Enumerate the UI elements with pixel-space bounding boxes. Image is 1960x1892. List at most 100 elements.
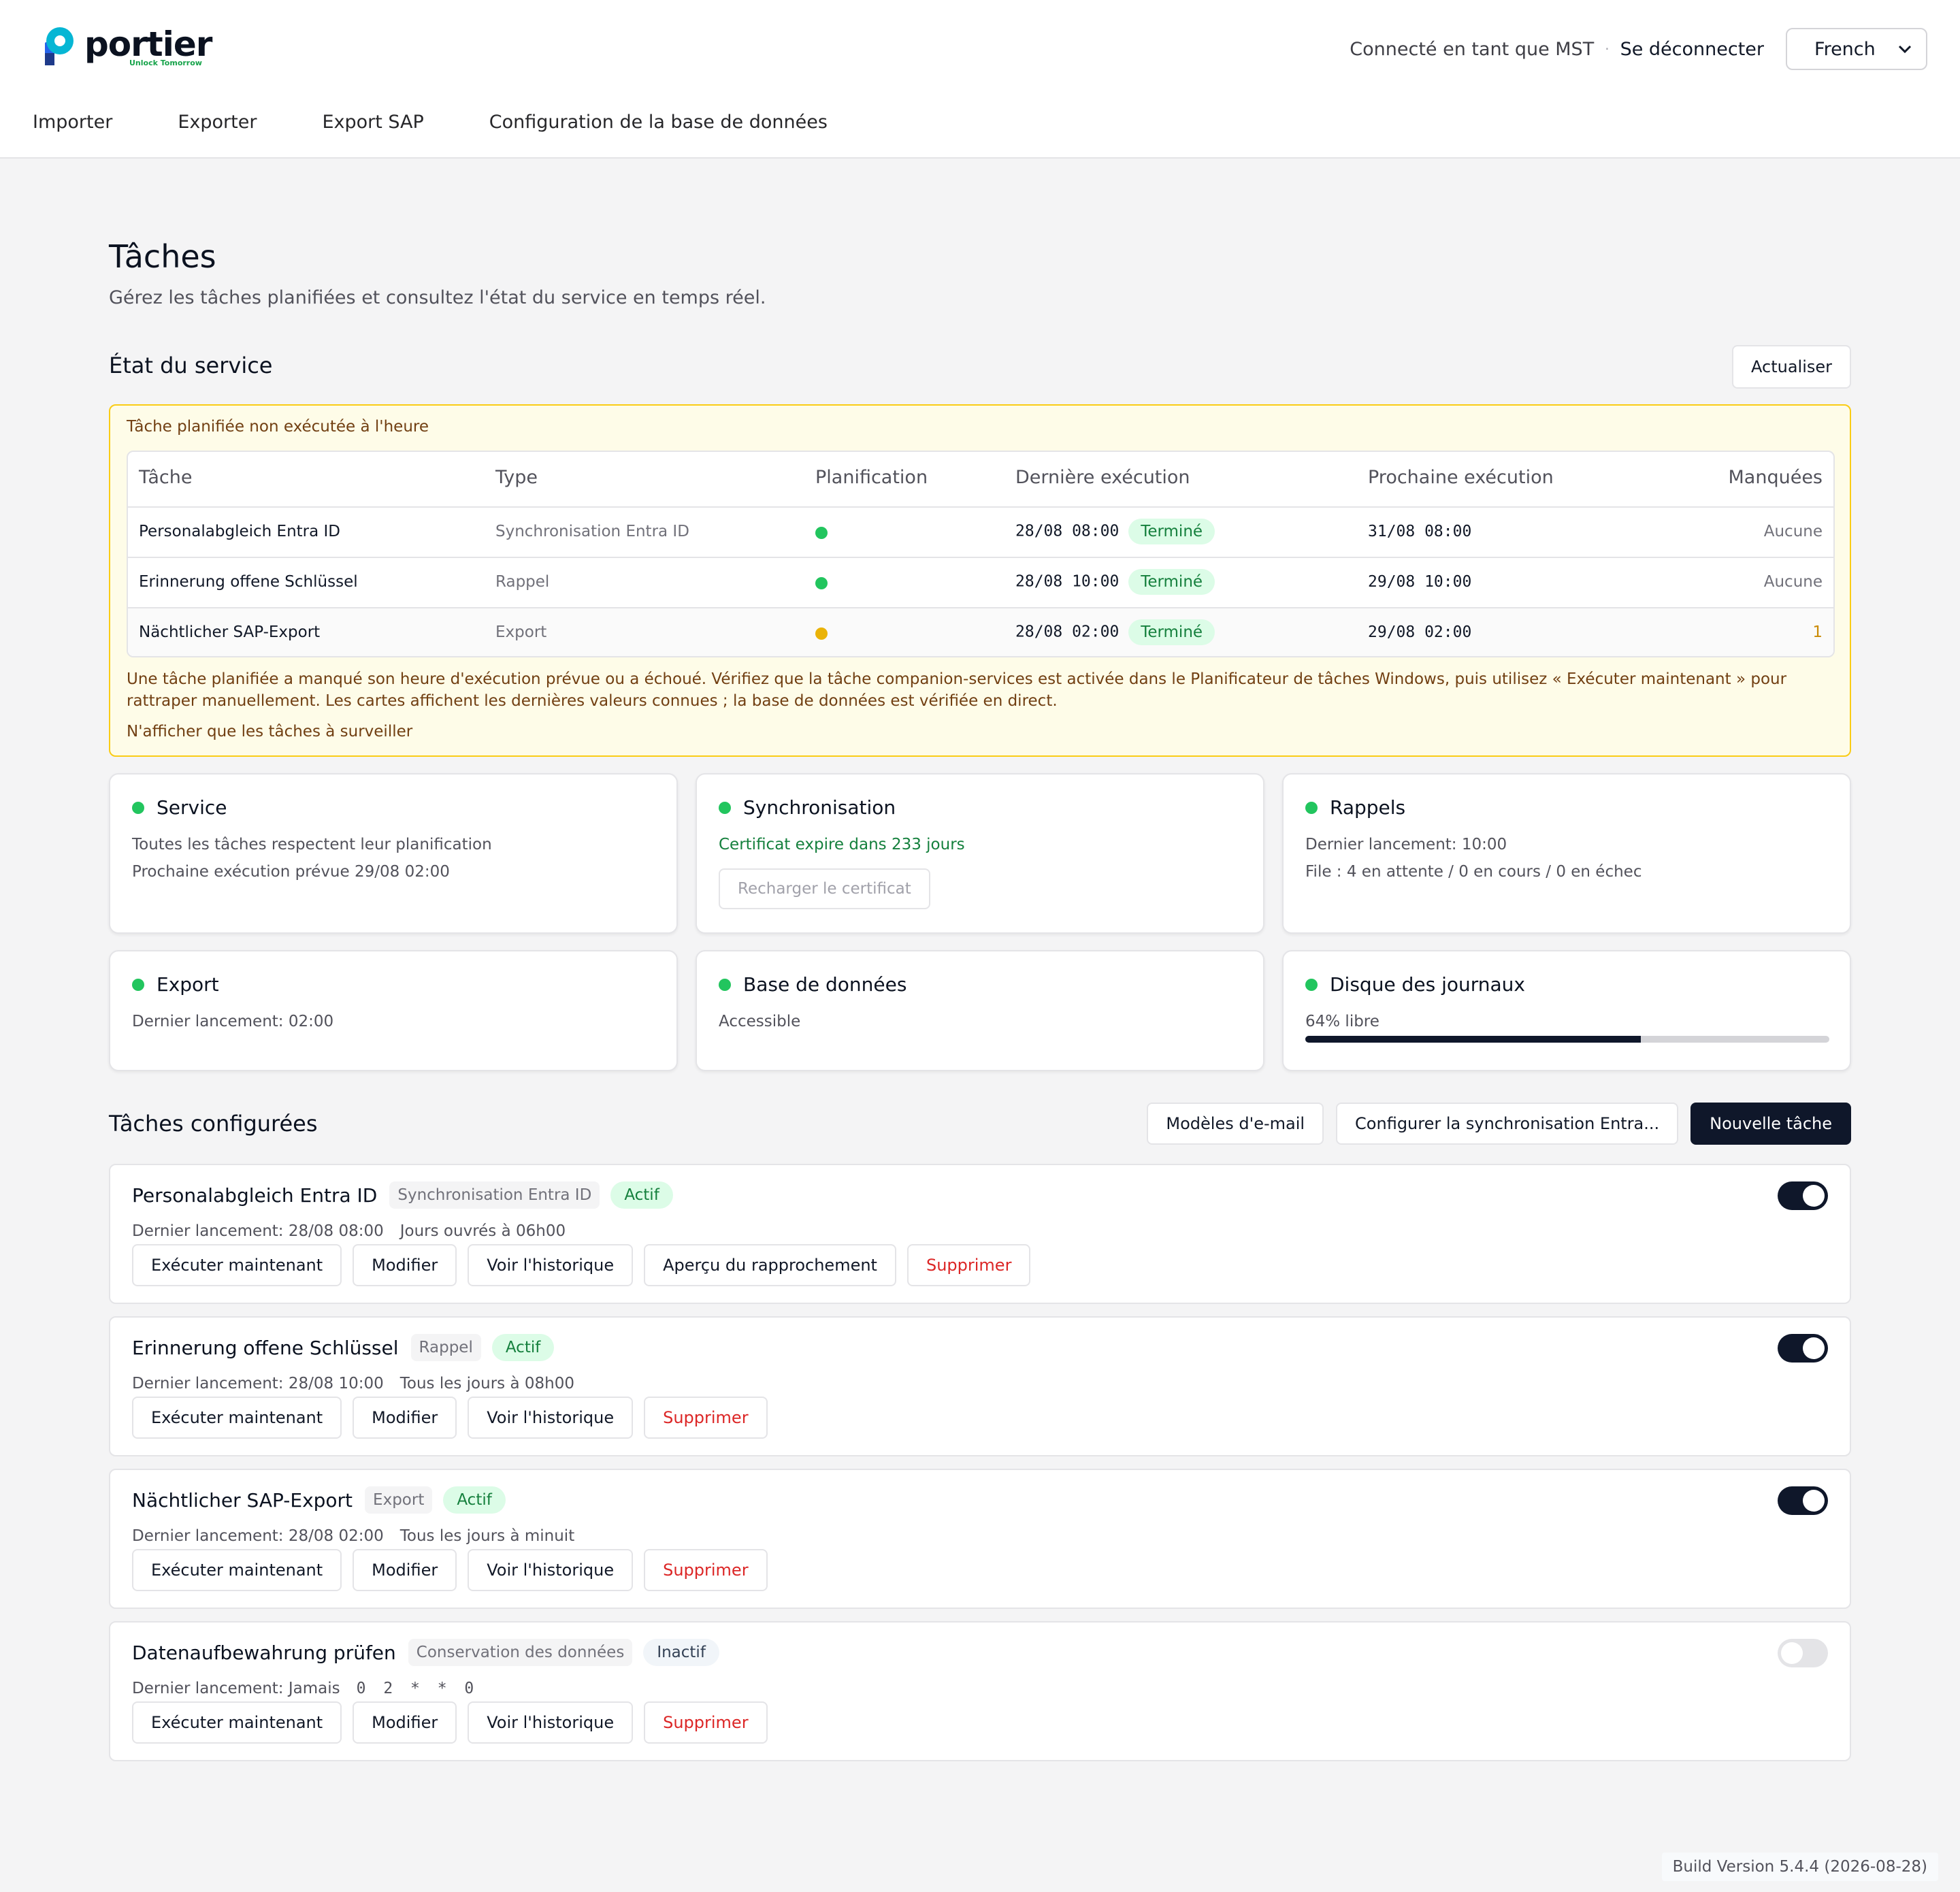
status-badge: Actif bbox=[443, 1486, 506, 1514]
nav-item-export[interactable]: Exporter bbox=[178, 112, 257, 133]
history-button[interactable]: Voir l'historique bbox=[468, 1701, 634, 1744]
status-badge: Actif bbox=[491, 1334, 555, 1361]
task-actions: Exécuter maintenant Modifier Voir l'hist… bbox=[132, 1244, 1041, 1286]
task-enabled-toggle[interactable] bbox=[1778, 1181, 1828, 1210]
delete-button[interactable]: Supprimer bbox=[644, 1701, 768, 1744]
run-now-button[interactable]: Exécuter maintenant bbox=[132, 1244, 342, 1286]
task-header: Datenaufbewahrung prüfen Conservation de… bbox=[132, 1639, 719, 1666]
schedule-ok-dot bbox=[815, 527, 828, 539]
run-now-button[interactable]: Exécuter maintenant bbox=[132, 1397, 342, 1439]
task-last-run: Dernier lancement: Jamais bbox=[132, 1680, 340, 1697]
task-card: Personalabgleich Entra ID Synchronisatio… bbox=[109, 1164, 1851, 1304]
column-header-missed: Manquées bbox=[1728, 467, 1823, 488]
page-title: Tâches bbox=[109, 238, 216, 275]
task-enabled-toggle[interactable] bbox=[1778, 1486, 1828, 1515]
row-task-type: Export bbox=[495, 623, 547, 641]
run-now-button[interactable]: Exécuter maintenant bbox=[132, 1701, 342, 1744]
row-task-name: Erinnerung offene Schlüssel bbox=[139, 573, 358, 591]
card-line: Accessible bbox=[719, 1013, 801, 1030]
row-last-run: 28/08 08:00 Terminé bbox=[1015, 519, 1215, 544]
task-header: Personalabgleich Entra ID Synchronisatio… bbox=[132, 1181, 673, 1209]
reminders-card: Rappels Dernier lancement: 10:00 File : … bbox=[1282, 773, 1851, 934]
new-task-button[interactable]: Nouvelle tâche bbox=[1690, 1103, 1851, 1145]
delete-button[interactable]: Supprimer bbox=[644, 1549, 768, 1591]
column-header-schedule: Planification bbox=[815, 467, 928, 488]
nav-item-import[interactable]: Importer bbox=[33, 112, 112, 133]
last-run-time: 28/08 02:00 bbox=[1015, 623, 1120, 641]
card-title-text: Disque des journaux bbox=[1330, 973, 1525, 996]
edit-button[interactable]: Modifier bbox=[353, 1397, 457, 1439]
row-last-run: 28/08 10:00 Terminé bbox=[1015, 569, 1215, 595]
row-missed: 1 bbox=[1812, 623, 1823, 641]
page-subtitle: Gérez les tâches planifiées et consultez… bbox=[109, 287, 766, 308]
history-button[interactable]: Voir l'historique bbox=[468, 1397, 634, 1439]
task-name: Personalabgleich Entra ID bbox=[132, 1184, 378, 1207]
history-button[interactable]: Voir l'historique bbox=[468, 1244, 634, 1286]
edit-button[interactable]: Modifier bbox=[353, 1701, 457, 1744]
task-enabled-toggle[interactable] bbox=[1778, 1334, 1828, 1363]
card-title: Export bbox=[132, 973, 219, 996]
task-card: Nächtlicher SAP-Export Export Actif Dern… bbox=[109, 1469, 1851, 1609]
email-templates-button[interactable]: Modèles d'e-mail bbox=[1147, 1103, 1324, 1145]
task-card: Erinnerung offene Schlüssel Rappel Actif… bbox=[109, 1316, 1851, 1456]
missed-task-alert: Tâche planifiée non exécutée à l'heure T… bbox=[109, 404, 1851, 757]
nav-item-database-config[interactable]: Configuration de la base de données bbox=[489, 112, 828, 133]
task-actions: Exécuter maintenant Modifier Voir l'hist… bbox=[132, 1549, 779, 1591]
task-schedule: Tous les jours à 08h00 bbox=[399, 1375, 574, 1392]
last-run-time: 28/08 10:00 bbox=[1015, 572, 1120, 591]
history-button[interactable]: Voir l'historique bbox=[468, 1549, 634, 1591]
language-select[interactable]: French bbox=[1786, 28, 1927, 70]
row-last-run: 28/08 02:00 Terminé bbox=[1015, 619, 1215, 645]
task-name: Erinnerung offene Schlüssel bbox=[132, 1336, 399, 1359]
status-ok-dot bbox=[719, 978, 731, 991]
logout-link[interactable]: Se déconnecter bbox=[1620, 39, 1764, 60]
configure-sync-button[interactable]: Configurer la synchronisation Entra... bbox=[1336, 1103, 1679, 1145]
disk-free-label: 64% libre bbox=[1305, 1013, 1379, 1030]
run-now-button[interactable]: Exécuter maintenant bbox=[132, 1549, 342, 1591]
portier-logo[interactable]: portier Unlock Tomorrow bbox=[42, 26, 212, 71]
task-schedule: Jours ouvrés à 06h00 bbox=[399, 1222, 566, 1240]
task-name: Nächtlicher SAP-Export bbox=[132, 1488, 353, 1512]
toggle-knob bbox=[1803, 1337, 1825, 1359]
status-ok-dot bbox=[132, 801, 144, 814]
status-ok-dot bbox=[1305, 978, 1318, 991]
missed-task-table: Tâche Type Planification Dernière exécut… bbox=[127, 451, 1835, 657]
delete-button[interactable]: Supprimer bbox=[906, 1244, 1031, 1286]
row-missed: Aucune bbox=[1763, 573, 1823, 591]
toggle-knob bbox=[1781, 1642, 1803, 1664]
logged-in-label: Connecté en tant que MST bbox=[1350, 38, 1595, 60]
filter-watch-link[interactable]: N'afficher que les tâches à surveiller bbox=[127, 723, 412, 740]
status-badge: Terminé bbox=[1128, 519, 1215, 544]
disk-usage-bar bbox=[1305, 1036, 1829, 1043]
alert-description: Une tâche planifiée a manqué son heure d… bbox=[127, 670, 1787, 710]
status-badge: Inactif bbox=[643, 1639, 719, 1666]
log-disk-card: Disque des journaux 64% libre bbox=[1282, 950, 1851, 1071]
task-meta: Dernier lancement: 28/08 02:00 Tous les … bbox=[132, 1527, 574, 1545]
task-type-tag: Synchronisation Entra ID bbox=[389, 1181, 600, 1209]
certificate-expiry: Certificat expire dans 233 jours bbox=[719, 836, 965, 853]
configured-tasks-toolbar: Modèles d'e-mail Configurer la synchroni… bbox=[1147, 1103, 1851, 1145]
logo-wordmark: portier bbox=[84, 25, 212, 64]
header-separator: · bbox=[1605, 41, 1610, 57]
refresh-button[interactable]: Actualiser bbox=[1732, 345, 1851, 389]
reconciliation-preview-button[interactable]: Aperçu du rapprochement bbox=[644, 1244, 896, 1286]
status-badge: Terminé bbox=[1128, 569, 1215, 595]
disk-usage-fill bbox=[1305, 1036, 1641, 1043]
main-nav: Importer Exporter Export SAP Configurati… bbox=[33, 112, 893, 133]
task-schedule-cron: 0 2 * * 0 bbox=[356, 1680, 478, 1697]
edit-button[interactable]: Modifier bbox=[353, 1244, 457, 1286]
edit-button[interactable]: Modifier bbox=[353, 1549, 457, 1591]
nav-item-export-sap[interactable]: Export SAP bbox=[322, 112, 423, 133]
card-title: Service bbox=[132, 796, 227, 819]
delete-button[interactable]: Supprimer bbox=[644, 1397, 768, 1439]
table-row: Erinnerung offene Schlüssel Rappel 28/08… bbox=[128, 558, 1833, 608]
table-row: Nächtlicher SAP-Export Export 28/08 02:0… bbox=[128, 608, 1833, 656]
row-next-run: 31/08 08:00 bbox=[1368, 523, 1472, 540]
column-header-next-run: Prochaine exécution bbox=[1368, 467, 1554, 488]
card-title: Rappels bbox=[1305, 796, 1405, 819]
task-card: Datenaufbewahrung prüfen Conservation de… bbox=[109, 1621, 1851, 1761]
chevron-down-icon bbox=[1898, 45, 1912, 54]
task-enabled-toggle[interactable] bbox=[1778, 1639, 1828, 1667]
reload-certificate-button[interactable]: Recharger le certificat bbox=[719, 868, 930, 909]
task-last-run: Dernier lancement: 28/08 08:00 bbox=[132, 1222, 384, 1240]
